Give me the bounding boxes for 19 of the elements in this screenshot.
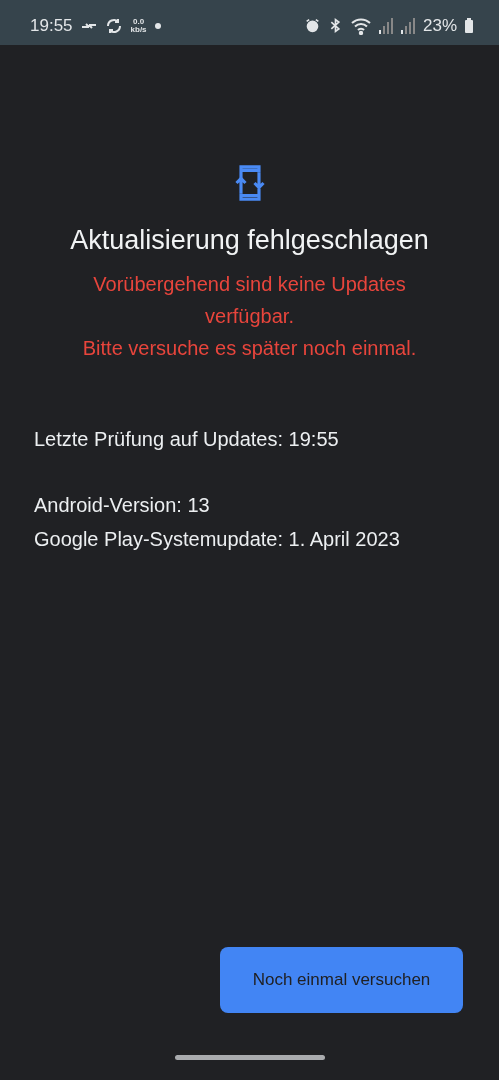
version-info: Android-Version: 13 bbox=[34, 493, 211, 518]
error-message: Vorübergehend sind keine Updates verfügbar. Bitte versuche es später noch einmal. bbox=[81, 272, 418, 361]
network-speed: 0.0 bbox=[133, 17, 145, 26]
battery-icon bbox=[465, 18, 473, 33]
version-info: Google Play-Systemupdate: 1. April 2023 bbox=[34, 527, 401, 552]
data-transfer-icon bbox=[80, 22, 97, 29]
dot-icon bbox=[154, 22, 161, 29]
retry-button[interactable]: Noch einmal versuchen bbox=[220, 947, 463, 1013]
network-speed-unit: kb/s bbox=[130, 25, 147, 34]
status-time: 19:55 bbox=[30, 15, 73, 36]
sync-icon bbox=[104, 16, 123, 35]
signal-icon bbox=[400, 17, 415, 34]
wifi-icon bbox=[350, 16, 371, 35]
last-check-text: Letzte Prüfung auf Updates: 19:55 bbox=[34, 427, 340, 452]
navigation-handle[interactable] bbox=[174, 1055, 325, 1060]
battery-percent: 23% bbox=[422, 15, 457, 36]
signal-icon bbox=[378, 17, 393, 34]
alarm-icon bbox=[304, 18, 320, 33]
error-title: Aktualisierung fehlgeschlagen bbox=[69, 225, 430, 256]
